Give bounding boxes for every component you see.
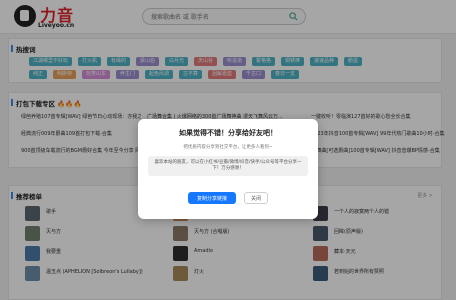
copy-link-button[interactable]: 复制分享链接 bbox=[188, 192, 236, 204]
modal-message-box: 喜欢本站的朋友，可以在小红书/豆瓣/微博/抖音/快手/公众号等平台分享一下！万分… bbox=[148, 156, 308, 176]
modal-title: 如果觉得不错！分享给好友吧！ bbox=[179, 129, 277, 137]
share-modal: 如果觉得不错！分享给好友吧！ 把优质内容分享到社交平台，让更多人看到~ 喜欢本站… bbox=[138, 119, 318, 219]
close-button[interactable]: 关闭 bbox=[244, 192, 268, 204]
modal-subtitle: 把优质内容分享到社交平台，让更多人看到~ bbox=[183, 145, 273, 150]
modal-message: 喜欢本站的朋友，可以在小红书/豆瓣/微博/抖音/快手/公众号等平台分享一下！万分… bbox=[154, 160, 302, 171]
